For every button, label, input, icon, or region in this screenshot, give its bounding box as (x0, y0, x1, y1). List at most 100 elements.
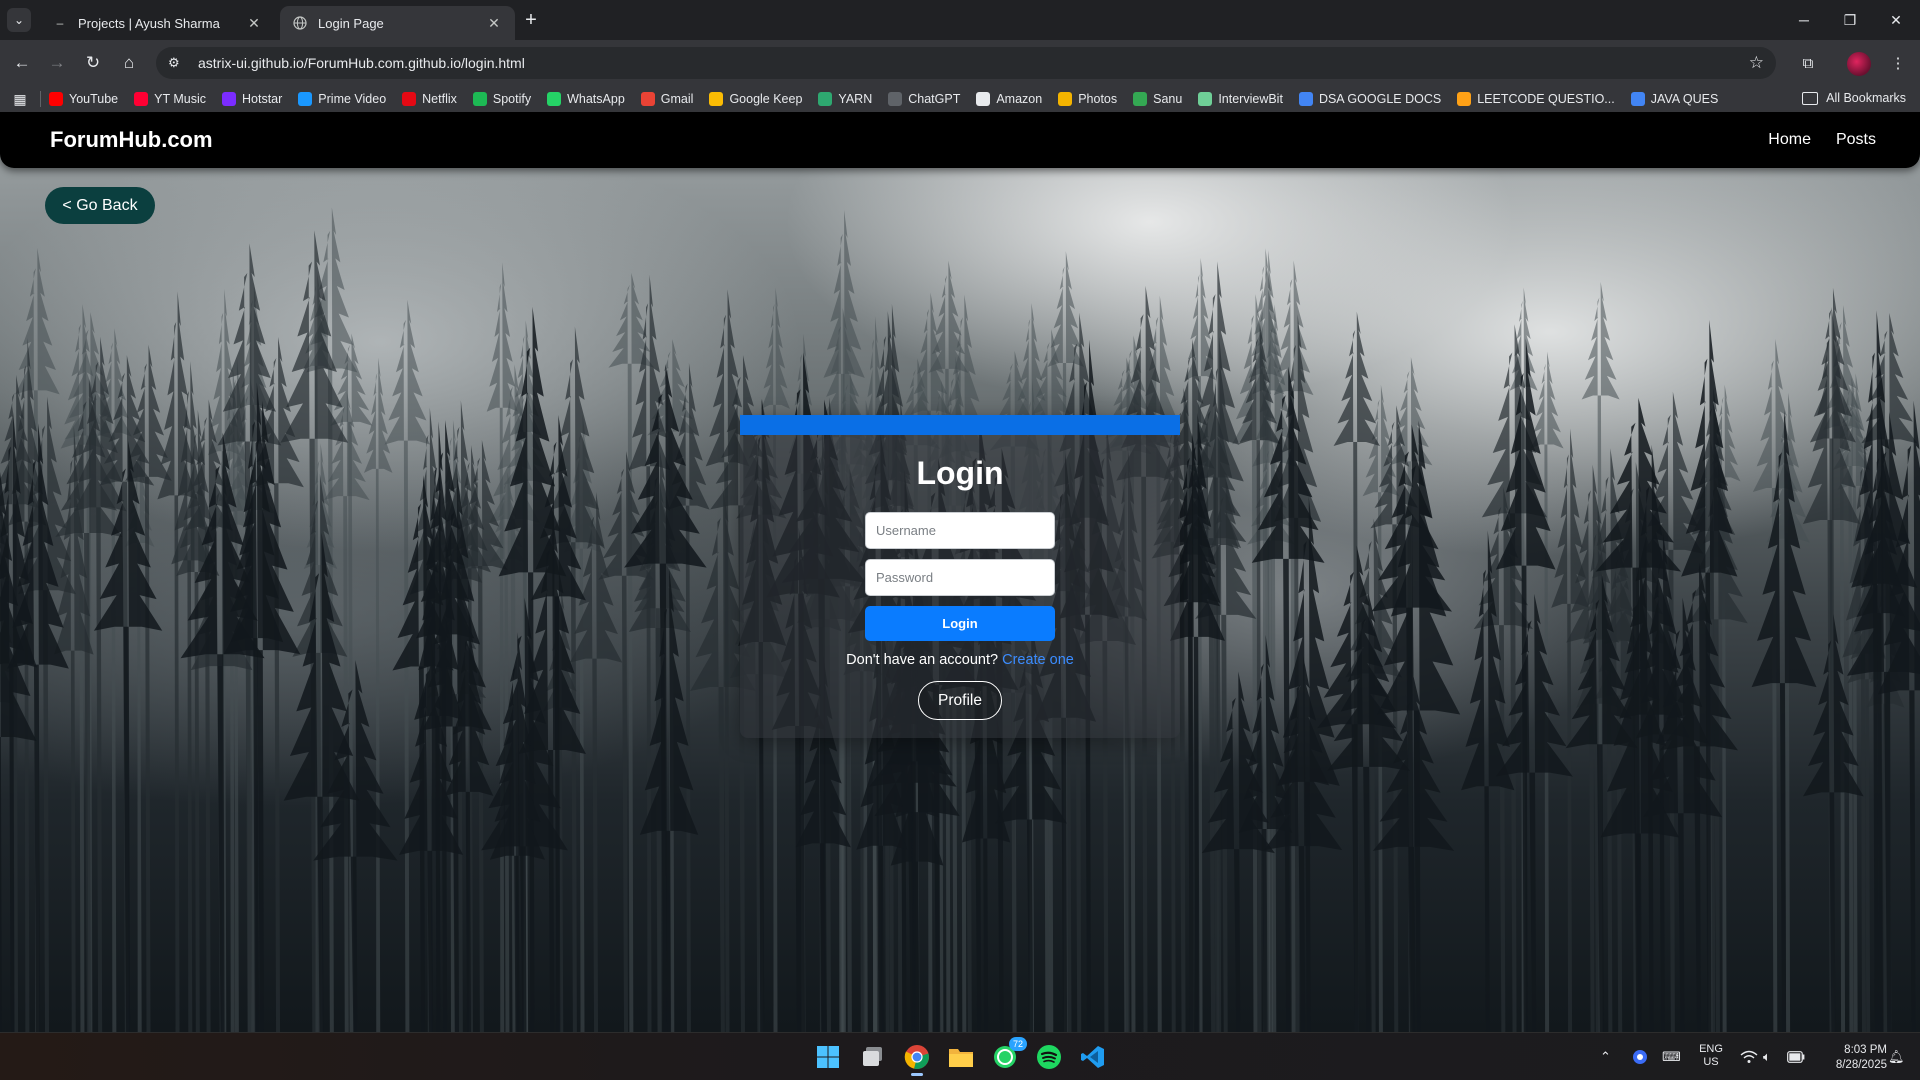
address-bar[interactable]: ⚙ astrix-ui.github.io/ForumHub.com.githu… (156, 47, 1776, 79)
touch-keyboard-icon[interactable]: ⌨ (1662, 1033, 1681, 1080)
bookmark-item[interactable]: YouTube (49, 92, 118, 106)
close-window-icon[interactable]: ✕ (1873, 6, 1919, 34)
bookmark-label: Spotify (492, 92, 532, 106)
notification-bell-icon[interactable]: 🔔︎ (1888, 1033, 1905, 1080)
site-settings-icon[interactable]: ⚙ (168, 55, 188, 71)
volume-muted-icon[interactable]: 🔈︎ (1763, 1033, 1771, 1080)
minimize-icon[interactable]: ─ (1781, 6, 1827, 34)
go-back-button[interactable]: < Go Back (45, 187, 155, 224)
spotify-taskbar-icon[interactable] (1033, 1041, 1065, 1073)
bookmark-label: DSA GOOGLE DOCS (1318, 92, 1442, 106)
system-clock[interactable]: 8:03 PM 8/28/2025 (1815, 1043, 1887, 1073)
google-docs-icon (1630, 92, 1645, 106)
bookmark-item[interactable]: DSA GOOGLE DOCS (1298, 92, 1442, 106)
bookmark-item[interactable]: Photos (1058, 92, 1117, 106)
create-account-link[interactable]: Create one (1002, 652, 1074, 668)
extensions-puzzle-icon[interactable]: ⧉ (1794, 49, 1822, 77)
tree-silhouette (1495, 593, 1573, 1032)
folder-icon (1802, 91, 1819, 105)
back-arrow-icon[interactable]: ← (8, 49, 36, 77)
whatsapp-icon (547, 92, 562, 106)
tray-app-icon[interactable] (1632, 1033, 1648, 1080)
yt-music-icon (134, 92, 149, 106)
tab-login-page[interactable]: Login Page ✕ (280, 6, 515, 40)
clock-date: 8/28/2025 (1835, 1059, 1887, 1071)
username-input[interactable] (865, 512, 1055, 549)
forward-arrow-icon[interactable]: → (43, 49, 71, 77)
bookmark-label: Prime Video (318, 92, 387, 106)
input-language-indicator[interactable]: ENG US (1696, 1043, 1726, 1069)
bookmark-item[interactable]: Hotstar (222, 92, 282, 106)
signup-prompt: Don't have an account? Create one (740, 652, 1180, 668)
profile-button[interactable]: Profile (918, 681, 1002, 720)
yarn-icon (818, 92, 833, 106)
profile-avatar[interactable] (1847, 52, 1871, 76)
site-logo[interactable]: ForumHub.com (50, 127, 213, 153)
bookmark-item[interactable]: Google Keep (709, 92, 802, 106)
notification-badge: 72 (1009, 1037, 1027, 1051)
tab-title: Projects | Ayush Sharma (78, 15, 220, 31)
bookmark-item[interactable]: WhatsApp (547, 92, 625, 106)
chrome-taskbar-icon[interactable] (901, 1041, 933, 1076)
youtube-icon (49, 92, 63, 106)
chatgpt-icon (888, 92, 903, 106)
photos-icon (1058, 92, 1073, 106)
windows-start-icon[interactable] (812, 1041, 844, 1073)
nav-posts-link[interactable]: Posts (1836, 131, 1876, 149)
file-explorer-icon[interactable] (945, 1041, 977, 1073)
tab-projects[interactable]: – Projects | Ayush Sharma ✕ (40, 6, 275, 40)
sanu-icon (1133, 92, 1148, 106)
show-hidden-icons-chevron-icon[interactable]: ⌃ (1600, 1033, 1611, 1080)
vscode-taskbar-icon[interactable] (1077, 1041, 1109, 1073)
site-nav: Home Posts (1743, 112, 1876, 168)
bookmark-star-icon[interactable]: ☆ (1749, 53, 1764, 73)
google-docs-icon (1298, 92, 1313, 106)
bookmark-label: LEETCODE QUESTIO... (1477, 92, 1615, 106)
browser-toolbar: ← → ↻ ⌂ ⚙ astrix-ui.github.io/ForumHub.c… (0, 40, 1920, 86)
tab-close-icon[interactable]: ✕ (485, 14, 503, 32)
apps-grid-icon[interactable]: ▦ (0, 91, 40, 108)
bookmark-label: Netflix (422, 92, 457, 106)
bookmark-item[interactable]: Sanu (1133, 92, 1182, 106)
bookmark-label: InterviewBit (1218, 92, 1283, 106)
chrome-menu-icon[interactable]: ⋮ (1884, 49, 1912, 77)
browser-tab-strip: ⌄ – Projects | Ayush Sharma ✕ Login Page… (0, 0, 1920, 40)
dash-favicon-icon: – (56, 16, 64, 30)
bookmark-item[interactable]: LEETCODE QUESTIO... (1457, 92, 1615, 106)
nav-home-link[interactable]: Home (1768, 131, 1811, 149)
bookmark-item[interactable]: JAVA QUES (1630, 92, 1718, 106)
all-bookmarks-button[interactable]: All Bookmarks (1802, 91, 1906, 105)
login-submit-button[interactable]: Login (865, 606, 1055, 641)
gmail-icon (640, 92, 655, 106)
tab-close-icon[interactable]: ✕ (245, 14, 263, 32)
wifi-icon[interactable] (1740, 1033, 1758, 1080)
reload-icon[interactable]: ↻ (79, 49, 107, 77)
task-view-icon[interactable] (857, 1041, 889, 1073)
whatsapp-taskbar-icon[interactable]: 72 (989, 1037, 1027, 1073)
bookmark-item[interactable]: YARN (818, 92, 872, 106)
bookmark-item[interactable]: Amazon (976, 92, 1042, 106)
bookmark-item[interactable]: Netflix (402, 92, 457, 106)
password-input[interactable] (865, 559, 1055, 596)
new-tab-plus-icon[interactable]: + (520, 9, 542, 31)
tab-search-chevron-icon[interactable]: ⌄ (7, 8, 31, 32)
bookmark-item[interactable]: InterviewBit (1198, 92, 1283, 106)
bookmark-label: YT Music (154, 92, 206, 106)
battery-icon[interactable] (1787, 1033, 1805, 1080)
bookmark-label: Hotstar (242, 92, 283, 106)
bookmark-item[interactable]: ChatGPT (888, 92, 960, 106)
bookmark-item[interactable]: Spotify (472, 92, 532, 106)
bookmark-label: Photos (1078, 92, 1118, 106)
bookmark-label: YARN (838, 92, 873, 106)
bookmark-item[interactable]: Gmail (640, 92, 693, 106)
home-icon[interactable]: ⌂ (115, 49, 143, 77)
leetcode-icon (1457, 92, 1472, 106)
tree-silhouette (363, 357, 393, 1032)
bookmark-item[interactable]: Prime Video (298, 92, 386, 106)
google-keep-icon (709, 92, 724, 106)
spotify-icon (472, 92, 487, 106)
clock-time: 8:03 PM (1844, 1044, 1887, 1056)
url-text[interactable]: astrix-ui.github.io/ForumHub.com.github.… (198, 55, 525, 71)
restore-icon[interactable]: ❐ (1827, 6, 1873, 34)
bookmark-item[interactable]: YT Music (134, 92, 206, 106)
